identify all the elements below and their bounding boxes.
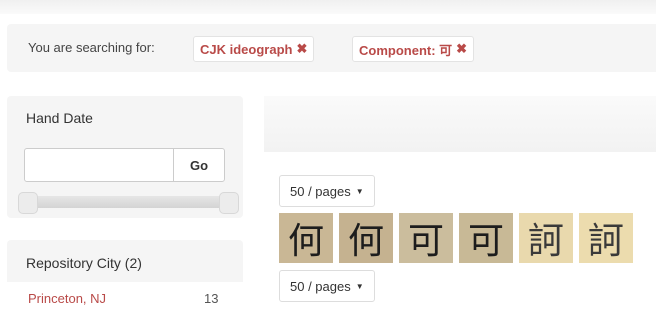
filter-component[interactable]: Component: 可 ✖	[352, 36, 475, 62]
date-range-slider[interactable]	[22, 196, 234, 208]
remove-x-icon[interactable]: ✖	[456, 41, 467, 57]
repository-city-title[interactable]: Repository City (2)	[26, 255, 142, 271]
per-page-dropdown-bottom[interactable]: 50 / pages ▼	[279, 270, 375, 302]
top-header-fade	[0, 0, 656, 14]
result-thumbnail[interactable]: 可	[459, 213, 513, 263]
facet-count: 13	[204, 291, 219, 306]
facet-link-princeton[interactable]: Princeton, NJ	[28, 291, 106, 306]
result-thumbnail[interactable]: 訶	[579, 213, 633, 263]
result-thumbnail[interactable]: 何	[279, 213, 333, 263]
per-page-label: 50 / pages	[290, 183, 351, 199]
filter-label: Component: 可	[359, 42, 453, 58]
slider-handle-min[interactable]	[18, 192, 38, 214]
caret-down-icon: ▼	[355, 186, 364, 196]
result-thumbnail[interactable]: 何	[339, 213, 393, 263]
filter-label: CJK ideograph	[200, 41, 293, 57]
filter-cjk-ideograph[interactable]: CJK ideograph ✖	[193, 36, 315, 62]
hand-date-title[interactable]: Hand Date	[26, 110, 93, 126]
per-page-dropdown-top[interactable]: 50 / pages ▼	[279, 175, 375, 207]
hand-date-input[interactable]	[24, 148, 174, 182]
results-thumbnails: 何 何 可 可 訶 訶	[279, 213, 639, 263]
result-thumbnail[interactable]: 可	[399, 213, 453, 263]
result-thumbnail[interactable]: 訶	[519, 213, 573, 263]
search-label: You are searching for:	[28, 40, 155, 55]
results-header-bar	[264, 96, 656, 152]
go-button[interactable]: Go	[173, 148, 225, 182]
slider-handle-max[interactable]	[219, 192, 239, 214]
remove-x-icon[interactable]: ✖	[296, 41, 307, 57]
caret-down-icon: ▼	[355, 281, 364, 291]
per-page-label: 50 / pages	[290, 278, 351, 294]
